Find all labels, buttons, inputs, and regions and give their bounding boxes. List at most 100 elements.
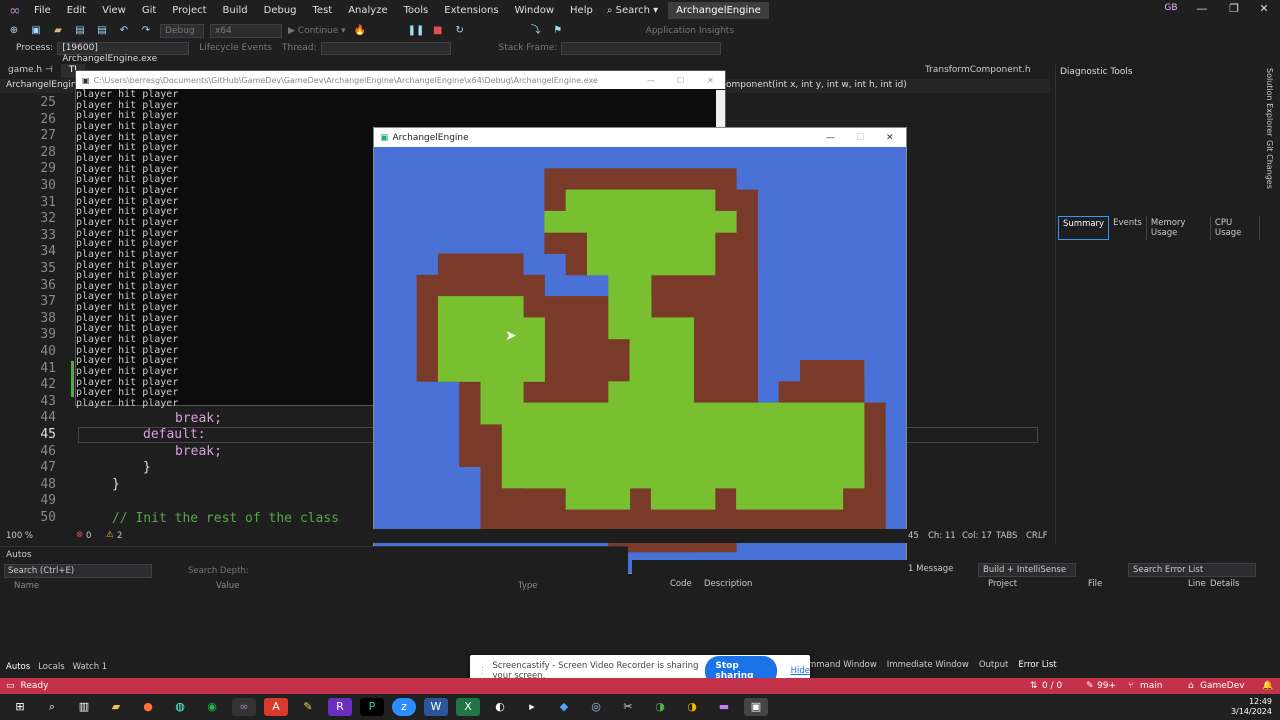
windows-start-icon[interactable]: ⊞	[8, 698, 32, 716]
hot-reload-icon[interactable]: 🔥	[352, 24, 368, 38]
game-window-taskbar-icon[interactable]: ▣	[744, 698, 768, 716]
pycharm-icon[interactable]: P	[360, 698, 384, 716]
browser-icon[interactable]: ◍	[168, 698, 192, 716]
save-all-icon[interactable]: ▤	[94, 24, 110, 38]
col-details[interactable]: Details	[1210, 579, 1239, 589]
firefox-icon[interactable]: ●	[136, 698, 160, 716]
tabs-indicator[interactable]: TABS	[996, 531, 1017, 541]
tab-output[interactable]: Output	[979, 660, 1009, 670]
pending-changes[interactable]: 99+	[1097, 681, 1116, 691]
tab-error-list[interactable]: Error List	[1018, 660, 1056, 670]
tab-immediate-window[interactable]: Immediate Window	[887, 660, 969, 670]
tab-autos[interactable]: Autos	[6, 662, 30, 672]
stop-icon[interactable]: ■	[430, 24, 446, 38]
thread-select[interactable]	[320, 41, 451, 55]
eol-indicator[interactable]: CRLF	[1026, 531, 1047, 541]
menu-analyze[interactable]: Analyze	[340, 5, 395, 16]
menu-test[interactable]: Test	[305, 5, 341, 16]
game-window[interactable]: ▣ ArchangelEngine — ☐ ✕ ➤	[373, 127, 907, 574]
branch-name[interactable]: main	[1140, 681, 1163, 691]
nav-member[interactable]: omponent(int x, int y, int w, int h, int…	[726, 80, 907, 90]
tab-game-h[interactable]: game.h ⊣	[0, 64, 61, 78]
visual-studio-icon[interactable]: ∞	[232, 698, 256, 716]
col-type[interactable]: Type	[518, 581, 538, 591]
notes-icon[interactable]: ✎	[296, 698, 320, 716]
stackframe-select[interactable]	[561, 41, 722, 55]
restore-icon[interactable]: ❐	[1224, 2, 1244, 18]
error-search-input[interactable]: Search Error List	[1128, 563, 1256, 577]
github-icon[interactable]: ◐	[488, 698, 512, 716]
system-clock[interactable]: 12:49 3/14/2024	[1231, 697, 1272, 717]
tab-summary[interactable]: Summary	[1058, 216, 1110, 240]
minimize-icon[interactable]: —	[1192, 2, 1212, 18]
bookmark-icon[interactable]: ⚑	[550, 24, 566, 38]
warning-count[interactable]: 2	[117, 531, 122, 541]
rider-icon[interactable]: R	[328, 698, 352, 716]
step-icon[interactable]: ⤵	[528, 24, 544, 38]
repo-name[interactable]: GameDev	[1200, 681, 1245, 691]
autos-search-input[interactable]: Search (Ctrl+E)	[4, 564, 152, 578]
game-close-icon[interactable]: ✕	[886, 133, 894, 143]
console-titlebar[interactable]: ▣ C:\Users\berresg\Documents\GitHub\Game…	[76, 71, 725, 89]
tab-transform-component[interactable]: TransformComponent.h	[917, 64, 1039, 78]
terminal-icon[interactable]: ▸	[520, 698, 544, 716]
col-project[interactable]: Project	[988, 579, 1017, 589]
acrobat-icon[interactable]: A	[264, 698, 288, 716]
zoom-level[interactable]: 100 %	[6, 531, 33, 541]
configuration-select[interactable]: Debug	[160, 23, 204, 38]
menu-project[interactable]: Project	[164, 5, 214, 16]
nav-project[interactable]: ArchangelEngine	[6, 80, 82, 90]
taskbar-search-icon[interactable]: ⌕	[40, 698, 64, 716]
chrome-app-icon[interactable]: ◑	[648, 698, 672, 716]
console-close-icon[interactable]: ✕	[707, 76, 714, 85]
error-count[interactable]: 0	[86, 531, 91, 541]
game-titlebar[interactable]: ▣ ArchangelEngine — ☐ ✕	[374, 128, 906, 147]
col-value[interactable]: Value	[216, 581, 239, 591]
solution-explorer-tab[interactable]: Solution Explorer	[1265, 68, 1274, 136]
media-icon[interactable]: ▬	[712, 698, 736, 716]
col-line[interactable]: Line	[1188, 579, 1206, 589]
menu-debug[interactable]: Debug	[256, 5, 305, 16]
excel-icon[interactable]: X	[456, 698, 480, 716]
col-code[interactable]: Code	[670, 579, 692, 589]
tab-cpu-usage[interactable]: CPU Usage	[1211, 216, 1260, 240]
user-avatar[interactable]: GB	[1160, 3, 1182, 18]
col-file[interactable]: File	[1088, 579, 1102, 589]
console-maximize-icon[interactable]: ☐	[677, 76, 684, 85]
menu-git[interactable]: Git	[134, 5, 164, 16]
console-minimize-icon[interactable]: —	[647, 76, 655, 85]
snipping-icon[interactable]: ✂	[616, 698, 640, 716]
file-explorer-icon[interactable]: ▰	[104, 698, 128, 716]
message-filter[interactable]: 1 Message	[908, 564, 953, 574]
steam-icon[interactable]: ◎	[584, 698, 608, 716]
git-counts[interactable]: 0 / 0	[1042, 681, 1062, 691]
maps-icon[interactable]: ◆	[552, 698, 576, 716]
menu-build[interactable]: Build	[215, 5, 256, 16]
drag-handle-icon[interactable]: ⋮	[478, 666, 487, 676]
zoom-icon[interactable]: z	[392, 698, 416, 716]
tab-command-window[interactable]: mmand Window	[808, 660, 877, 670]
menu-help[interactable]: Help	[562, 5, 601, 16]
platform-select[interactable]: x64	[210, 23, 282, 38]
col-description[interactable]: Description	[704, 579, 752, 589]
close-icon[interactable]: ✕	[1254, 2, 1274, 18]
save-icon[interactable]: ▤	[72, 24, 88, 38]
word-icon[interactable]: W	[424, 698, 448, 716]
tab-locals[interactable]: Locals	[38, 662, 64, 672]
tab-events[interactable]: Events	[1109, 216, 1147, 240]
redo-icon[interactable]: ↷	[138, 24, 154, 38]
pause-icon[interactable]: ❚❚	[408, 24, 425, 38]
spotify-icon[interactable]: ◉	[200, 698, 224, 716]
open-folder-icon[interactable]: ▰	[50, 24, 66, 38]
game-maximize-icon[interactable]: ☐	[856, 133, 864, 143]
undo-icon[interactable]: ↶	[116, 24, 132, 38]
notifications-icon[interactable]: 🔔	[1262, 681, 1273, 691]
menu-tools[interactable]: Tools	[396, 5, 437, 16]
tab-watch-1[interactable]: Watch 1	[73, 662, 108, 672]
col-name[interactable]: Name	[14, 581, 39, 591]
tab-memory-usage[interactable]: Memory Usage	[1147, 216, 1211, 240]
task-view-icon[interactable]: ▥	[72, 698, 96, 716]
new-project-icon[interactable]: ▣	[28, 24, 44, 38]
menu-file[interactable]: File	[26, 5, 59, 16]
hide-link[interactable]: Hide	[791, 666, 810, 676]
